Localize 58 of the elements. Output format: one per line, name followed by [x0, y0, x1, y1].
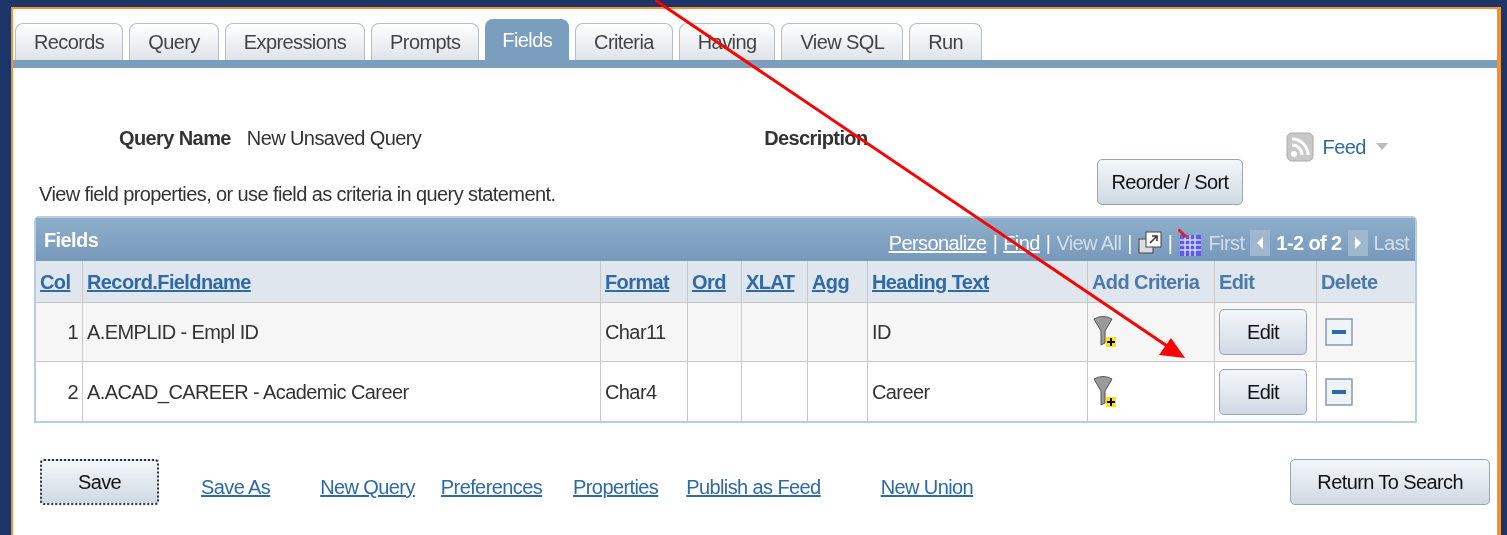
query-name-value: New Unsaved Query [246, 126, 422, 151]
footer-link[interactable]: Properties [573, 472, 659, 502]
format-value: Char11 [605, 320, 666, 345]
column-header-link[interactable]: Record.Fieldname [87, 266, 251, 297]
separator: | [1127, 230, 1132, 256]
return-to-search-button[interactable]: Return To Search [1290, 459, 1490, 505]
grid-nav-link: Last [1373, 230, 1409, 256]
column-header-link[interactable]: Format [605, 266, 670, 297]
grid-nav-link: View All [1056, 230, 1122, 256]
format-value: Char4 [605, 379, 657, 405]
next-icon[interactable] [1347, 229, 1368, 256]
field-name: A.EMPLID - Empl ID [87, 320, 259, 345]
previous-icon[interactable] [1250, 229, 1271, 256]
tab[interactable]: Prompts [371, 23, 480, 60]
column-header: Edit [1219, 269, 1255, 295]
delete-row-icon[interactable] [1325, 377, 1353, 406]
feed-link[interactable]: Feed [1322, 132, 1388, 162]
grid-nav-link: First [1208, 230, 1245, 256]
separator: | [1167, 230, 1173, 256]
instruction-text: View field properties, or use field as criteria in query statement. [39, 182, 556, 207]
field-name: A.ACAD_CAREER - Academic Career [87, 379, 409, 406]
grid-title: Fields [44, 227, 99, 253]
footer-link[interactable]: Save As [201, 472, 271, 502]
zoom-grid-icon[interactable] [1137, 230, 1162, 255]
footer-link[interactable]: Publish as Feed [686, 472, 821, 502]
column-header-link[interactable]: Heading Text [872, 266, 989, 297]
row-count: 1-2 of 2 [1276, 230, 1342, 256]
footer-link[interactable]: New Union [880, 472, 974, 502]
edit-button[interactable]: Edit [1219, 309, 1307, 355]
tab[interactable]: Records [15, 23, 124, 60]
separator: | [992, 230, 998, 256]
row-number: 2 [67, 380, 78, 403]
separator: | [1045, 230, 1051, 256]
footer-link[interactable]: Preferences [440, 472, 543, 502]
column-header: Delete [1321, 269, 1378, 295]
column-header-link[interactable]: XLAT [746, 266, 795, 297]
column-header-link[interactable]: Col [40, 266, 71, 297]
row-number: 1 [67, 321, 78, 343]
caret-icon [1375, 143, 1388, 151]
edit-button[interactable]: Edit [1219, 368, 1307, 415]
footer-link[interactable]: New Query [320, 472, 415, 502]
reorder-sort-button[interactable]: Reorder / Sort [1097, 159, 1243, 205]
tab[interactable]: Run [909, 23, 983, 60]
funnel-add-icon[interactable] [1092, 374, 1118, 409]
tab[interactable]: Expressions [224, 23, 366, 60]
funnel-add-icon[interactable] [1092, 315, 1118, 349]
save-button[interactable]: Save [40, 459, 159, 505]
column-header: Add Criteria [1092, 269, 1200, 295]
spreadsheet-icon[interactable] [1178, 228, 1203, 257]
heading-text: ID [872, 320, 891, 345]
column-header-link[interactable]: Ord [692, 266, 726, 297]
delete-row-icon[interactable] [1325, 318, 1353, 346]
tab[interactable]: View SQL [781, 23, 904, 60]
heading-text: Career [872, 379, 930, 405]
column-header-link[interactable]: Agg [812, 266, 850, 297]
tab[interactable]: Query [129, 23, 219, 60]
query-name-label: Query Name [119, 126, 231, 151]
tab[interactable]: Criteria [575, 23, 673, 60]
